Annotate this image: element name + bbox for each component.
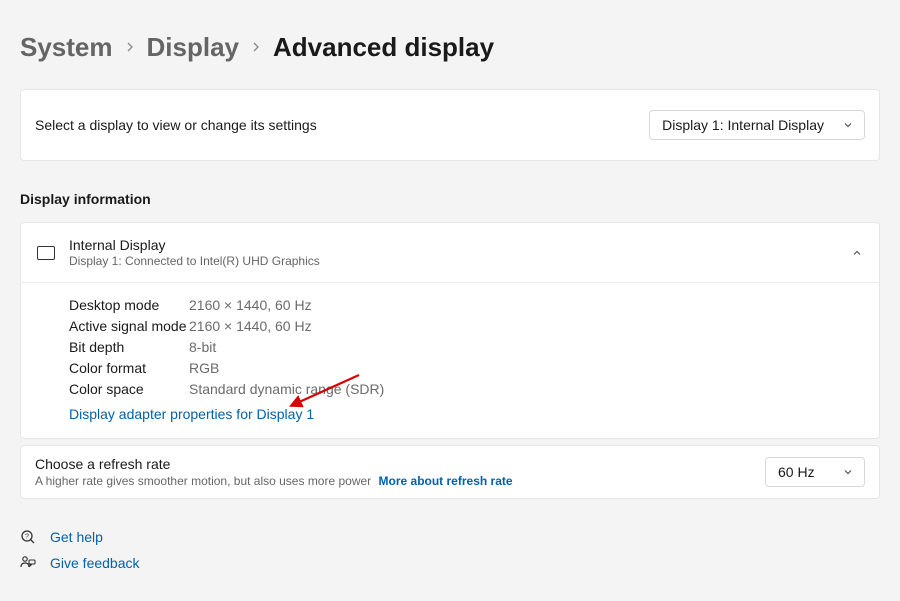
value: 2160 × 1440, 60 Hz [189,297,312,313]
info-row-bit-depth: Bit depth 8-bit [69,339,863,355]
info-row-desktop-mode: Desktop mode 2160 × 1440, 60 Hz [69,297,863,313]
breadcrumb-advanced-display: Advanced display [273,32,494,63]
get-help-link[interactable]: ? Get help [20,529,880,545]
display-selector-card: Select a display to view or change its s… [20,89,880,161]
display-selector-dropdown[interactable]: Display 1: Internal Display [649,110,865,140]
chevron-down-icon [842,119,854,131]
breadcrumb-system[interactable]: System [20,32,113,63]
svg-text:?: ? [25,534,29,541]
display-selector-label: Select a display to view or change its s… [35,117,317,133]
refresh-rate-subtitle: A higher rate gives smoother motion, but… [35,474,371,488]
display-selector-value: Display 1: Internal Display [662,117,824,133]
help-icon: ? [20,529,36,545]
value: 2160 × 1440, 60 Hz [189,318,312,334]
display-info-subtitle: Display 1: Connected to Intel(R) UHD Gra… [69,254,837,268]
value: RGB [189,360,219,376]
label: Active signal mode [69,318,189,334]
label: Bit depth [69,339,189,355]
chevron-right-icon [125,39,135,57]
info-row-color-space: Color space Standard dynamic range (SDR) [69,381,863,397]
chevron-up-icon [851,247,863,259]
chevron-right-icon [251,39,261,57]
refresh-rate-value: 60 Hz [778,464,815,480]
breadcrumb: System Display Advanced display [20,32,880,63]
info-row-active-signal: Active signal mode 2160 × 1440, 60 Hz [69,318,863,334]
feedback-icon [20,555,36,571]
display-information-heading: Display information [20,191,880,207]
refresh-rate-card: Choose a refresh rate A higher rate give… [20,445,880,499]
label: Color space [69,381,189,397]
give-feedback-label: Give feedback [50,555,140,571]
display-info-title: Internal Display [69,237,837,253]
display-info-card: Internal Display Display 1: Connected to… [20,222,880,439]
value: Standard dynamic range (SDR) [189,381,384,397]
breadcrumb-display[interactable]: Display [147,32,240,63]
label: Color format [69,360,189,376]
chevron-down-icon [842,466,854,478]
get-help-label: Get help [50,529,103,545]
info-row-color-format: Color format RGB [69,360,863,376]
give-feedback-link[interactable]: Give feedback [20,555,880,571]
display-info-header[interactable]: Internal Display Display 1: Connected to… [21,223,879,282]
refresh-rate-title: Choose a refresh rate [35,456,513,472]
label: Desktop mode [69,297,189,313]
more-about-refresh-rate-link[interactable]: More about refresh rate [379,474,513,488]
monitor-icon [37,246,55,260]
display-adapter-properties-link[interactable]: Display adapter properties for Display 1 [69,406,314,422]
value: 8-bit [189,339,216,355]
refresh-rate-dropdown[interactable]: 60 Hz [765,457,865,487]
